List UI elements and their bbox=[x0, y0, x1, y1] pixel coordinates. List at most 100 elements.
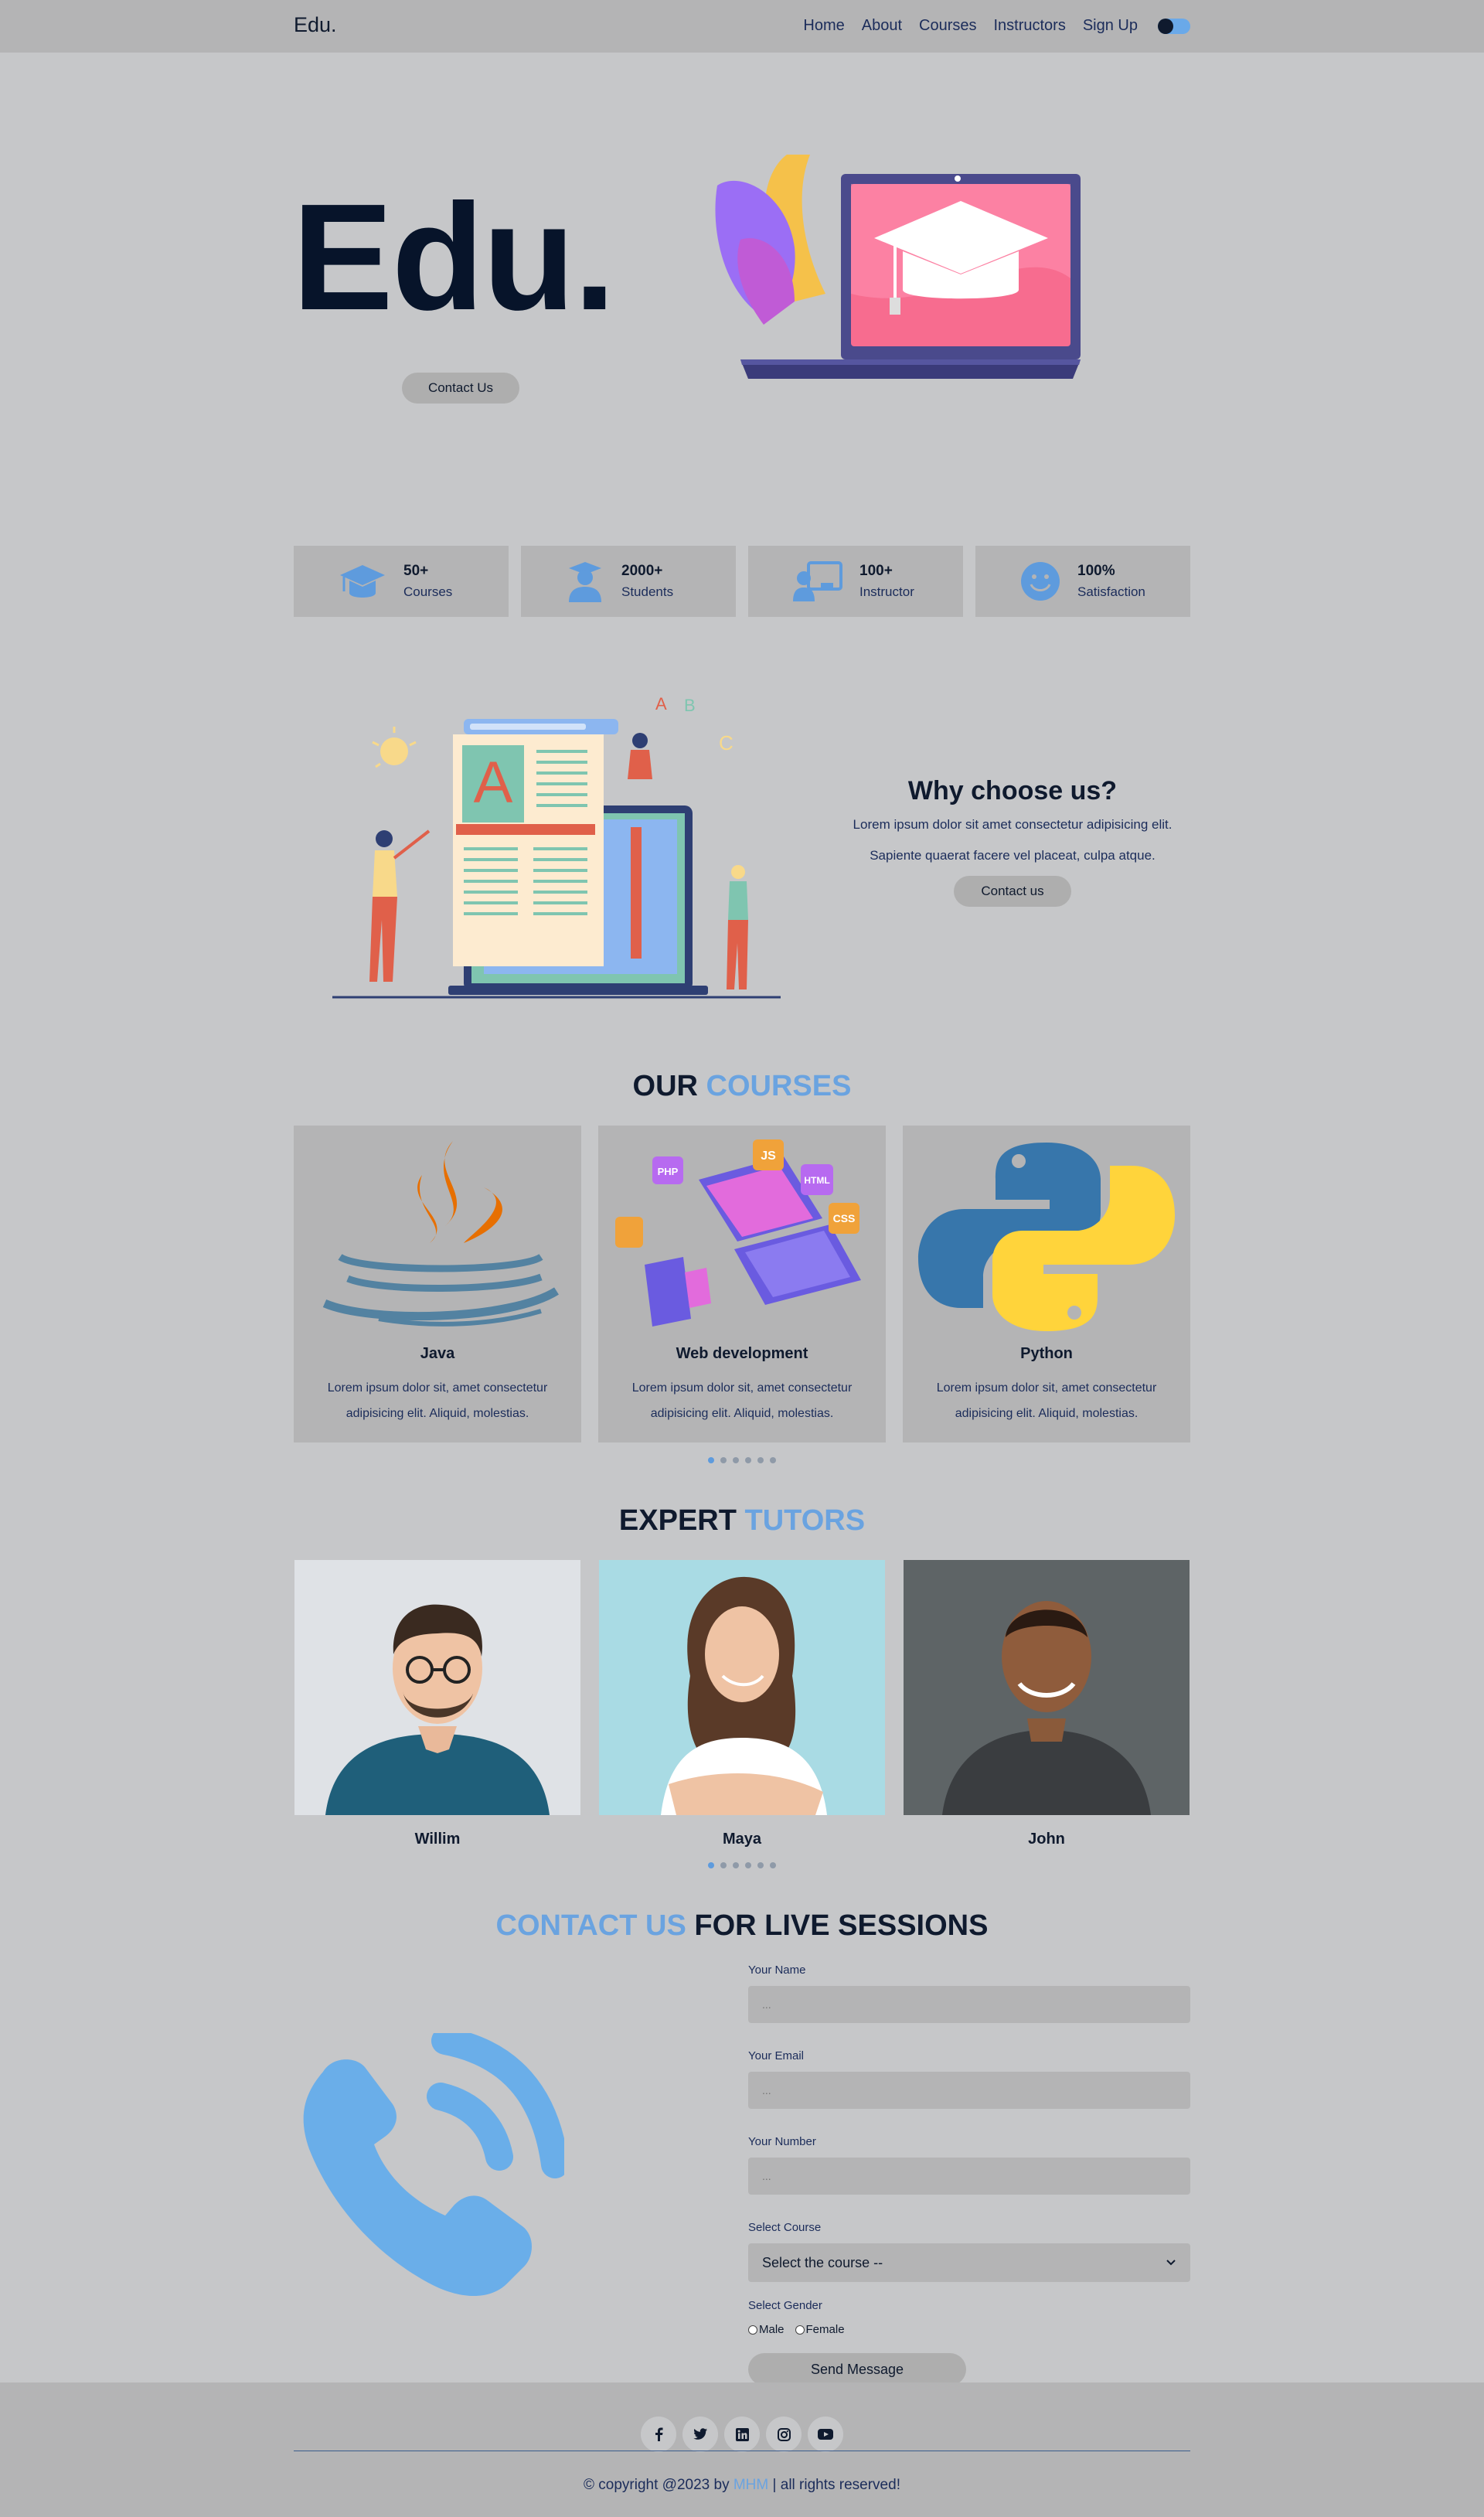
course-desc: Lorem ipsum dolor sit, amet consectetur … bbox=[327, 1381, 548, 1420]
stat-instructor: 100+ Instructor bbox=[748, 546, 963, 617]
smile-icon bbox=[1021, 562, 1060, 601]
stat-value: 100% bbox=[1077, 563, 1115, 579]
courses-pagination bbox=[0, 1457, 1484, 1463]
courses-title-part2: COURSES bbox=[706, 1070, 852, 1102]
pagination-dot[interactable] bbox=[733, 1457, 739, 1463]
copyright-post: | all rights reserved! bbox=[772, 2477, 900, 2493]
stat-text: 50+ Courses bbox=[403, 563, 452, 600]
php-badge: PHP bbox=[652, 1156, 683, 1184]
tutor-card[interactable]: John bbox=[903, 1560, 1190, 1848]
courses-title-part1: OUR bbox=[632, 1070, 698, 1102]
tutors-title-part1: EXPERT bbox=[618, 1504, 737, 1537]
course-desc: Lorem ipsum dolor sit, amet consectetur … bbox=[631, 1381, 853, 1420]
why-title: Why choose us? bbox=[907, 776, 1118, 806]
tutor-photo bbox=[599, 1560, 885, 1815]
linkedin-icon[interactable] bbox=[724, 2417, 760, 2452]
pagination-dot[interactable] bbox=[757, 1862, 764, 1868]
pagination-dot[interactable] bbox=[770, 1457, 776, 1463]
gender-male-option[interactable]: Male bbox=[748, 2323, 785, 2336]
send-message-button[interactable]: Send Message bbox=[748, 2353, 966, 2386]
why-choose-us: Why choose us? Lorem ipsum dolor sit ame… bbox=[827, 776, 1198, 908]
pagination-dot[interactable] bbox=[770, 1862, 776, 1868]
stat-label: Satisfaction bbox=[1077, 584, 1145, 599]
hero-contact-button[interactable]: Contact Us bbox=[402, 373, 519, 404]
course-card[interactable]: Java Lorem ipsum dolor sit, amet consect… bbox=[294, 1126, 581, 1442]
tutor-photo bbox=[294, 1560, 580, 1815]
stat-label: Courses bbox=[403, 584, 453, 599]
course-name: Python bbox=[1020, 1345, 1073, 1362]
course-desc: Lorem ipsum dolor sit, amet consectetur … bbox=[936, 1381, 1157, 1420]
js-badge: JS bbox=[753, 1139, 784, 1170]
footer: © copyright @2023 by MHM | all rights re… bbox=[0, 2382, 1484, 2517]
tutor-card[interactable]: Willim bbox=[294, 1560, 581, 1848]
laptop-graduation-illustration bbox=[715, 155, 1081, 379]
nav-link-signup[interactable]: Sign Up bbox=[1083, 17, 1138, 35]
nav-link-instructors[interactable]: Instructors bbox=[993, 17, 1065, 35]
stat-satisfaction: 100% Satisfaction bbox=[975, 546, 1190, 617]
copyright-pre: © copyright @2023 by bbox=[584, 2477, 730, 2493]
instagram-icon[interactable] bbox=[766, 2417, 802, 2452]
stat-value: 2000+ bbox=[621, 563, 663, 579]
radio-circle[interactable] bbox=[748, 2325, 757, 2335]
pagination-dot[interactable] bbox=[708, 1862, 714, 1868]
tutor-card[interactable]: Maya bbox=[598, 1560, 886, 1848]
phone-icon bbox=[303, 2033, 564, 2297]
tutors-title-part2: TUTORS bbox=[744, 1504, 866, 1537]
pagination-dot[interactable] bbox=[720, 1862, 727, 1868]
education-illustration: A A B C bbox=[332, 694, 781, 999]
youtube-icon[interactable] bbox=[808, 2417, 843, 2452]
navbar: Edu. Home About Courses Instructors Sign… bbox=[0, 0, 1484, 53]
pagination-dot[interactable] bbox=[708, 1457, 714, 1463]
gender-male-label: Male bbox=[759, 2323, 785, 2336]
chevron-down-icon bbox=[1166, 2260, 1176, 2266]
contact-title-part1: CONTACT US bbox=[495, 1909, 686, 1942]
pagination-dot[interactable] bbox=[733, 1862, 739, 1868]
number-input[interactable] bbox=[748, 2158, 1190, 2195]
course-select-value: Select the course -- bbox=[762, 2254, 883, 2270]
course-select[interactable]: Select the course -- bbox=[748, 2243, 1190, 2282]
gender-label: Select Gender bbox=[748, 2299, 822, 2312]
email-input[interactable] bbox=[748, 2072, 1190, 2109]
instructor-icon bbox=[793, 561, 842, 601]
nav-link-courses[interactable]: Courses bbox=[919, 17, 976, 35]
copyright: © copyright @2023 by MHM | all rights re… bbox=[0, 2477, 1484, 2494]
stat-label: Students bbox=[621, 584, 674, 599]
nav-link-about[interactable]: About bbox=[862, 17, 902, 35]
contact-form: Your Name Your Email Your Number Select … bbox=[748, 1964, 1190, 2386]
why-contact-button[interactable]: Contact us bbox=[954, 876, 1071, 908]
theme-toggle[interactable] bbox=[1158, 18, 1190, 34]
courses-carousel: Java Lorem ipsum dolor sit, amet consect… bbox=[294, 1126, 1190, 1442]
tutor-name: Willim bbox=[414, 1831, 461, 1848]
facebook-icon[interactable] bbox=[641, 2417, 676, 2452]
course-card[interactable]: PHP JS HTML CSS Web development Lorem ip… bbox=[598, 1126, 886, 1442]
contact-title-part2: FOR LIVE SESSIONS bbox=[694, 1909, 989, 1942]
tutor-name: Maya bbox=[722, 1831, 762, 1848]
stat-text: 2000+ Students bbox=[621, 563, 673, 600]
courses-title: OUR COURSES bbox=[0, 1070, 1484, 1103]
svg-text:C: C bbox=[719, 731, 733, 754]
copyright-name[interactable]: MHM bbox=[733, 2477, 768, 2493]
tutor-photo bbox=[904, 1560, 1190, 1815]
html-badge: HTML bbox=[801, 1164, 833, 1195]
pagination-dot[interactable] bbox=[720, 1457, 727, 1463]
name-input[interactable] bbox=[748, 1986, 1190, 2023]
stat-courses: 50+ Courses bbox=[294, 546, 509, 617]
course-name: Java bbox=[420, 1345, 455, 1362]
pagination-dot[interactable] bbox=[745, 1862, 751, 1868]
nav-links: Home About Courses Instructors Sign Up bbox=[803, 17, 1190, 35]
twitter-icon[interactable] bbox=[682, 2417, 718, 2452]
number-label: Your Number bbox=[748, 2135, 816, 2148]
gender-female-option[interactable]: Female bbox=[795, 2323, 845, 2336]
brand-logo[interactable]: Edu. bbox=[294, 13, 337, 37]
pagination-dot[interactable] bbox=[757, 1457, 764, 1463]
course-name: Web development bbox=[676, 1345, 808, 1362]
radio-circle[interactable] bbox=[795, 2325, 805, 2335]
stat-value: 50+ bbox=[403, 563, 429, 579]
course-card[interactable]: Python Lorem ipsum dolor sit, amet conse… bbox=[903, 1126, 1190, 1442]
nav-link-home[interactable]: Home bbox=[803, 17, 844, 35]
tutors-carousel: Willim Maya John bbox=[294, 1560, 1190, 1848]
name-label: Your Name bbox=[748, 1964, 806, 1977]
pagination-dot[interactable] bbox=[745, 1457, 751, 1463]
gender-radios: Male Female bbox=[748, 2323, 1190, 2336]
svg-text:A: A bbox=[474, 750, 513, 816]
